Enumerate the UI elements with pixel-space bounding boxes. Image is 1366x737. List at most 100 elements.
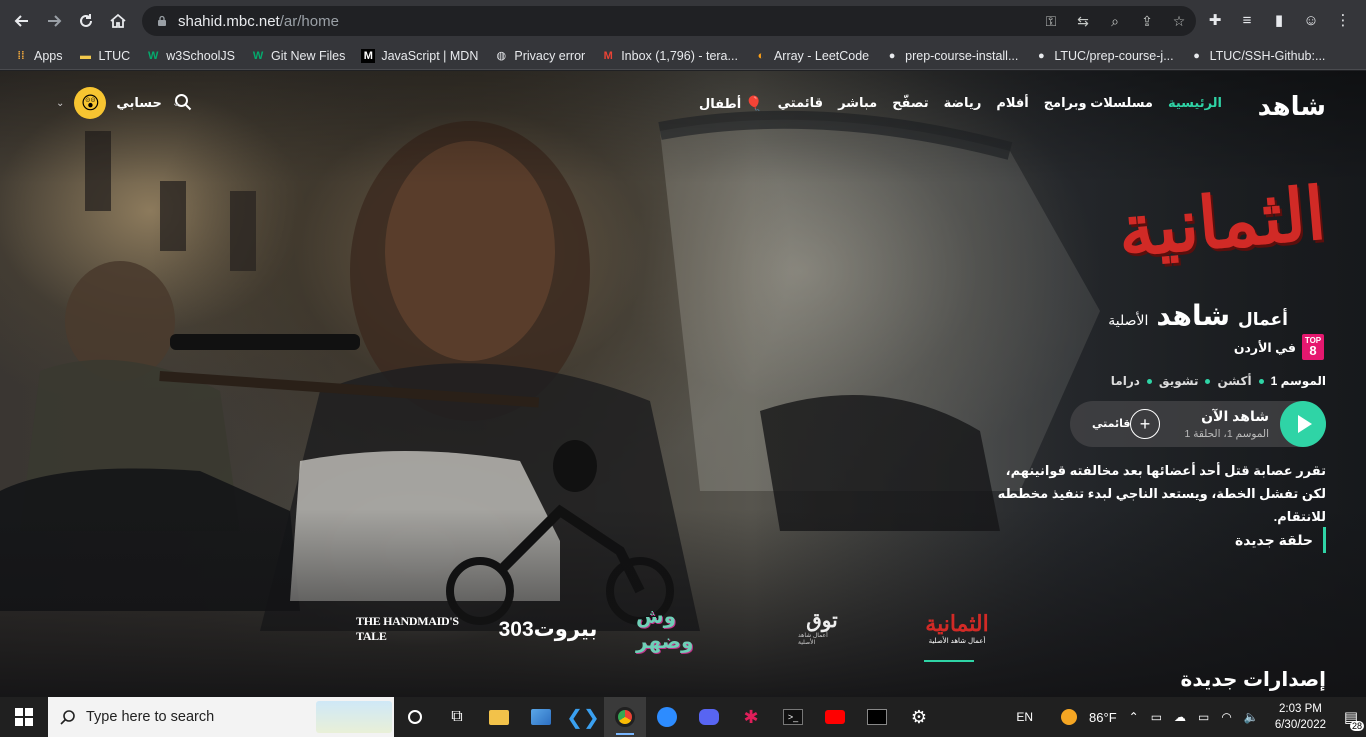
battery-icon[interactable]: ▭ <box>1198 710 1209 724</box>
chevron-down-icon: ⌄ <box>56 97 65 109</box>
browser-toolbar: shahid.mbc.net/ar/home ⚿ ⇆ ⌕ ⇪ ☆ ✚ ≡ ▮ ☺… <box>0 0 1366 42</box>
reload-button[interactable] <box>70 5 102 37</box>
taskbar-search-box[interactable]: Type here to search <box>48 697 394 737</box>
menu-series[interactable]: مسلسلات وبرامج <box>1044 95 1153 112</box>
meet-now-icon[interactable]: ▭ <box>1151 710 1162 724</box>
zoom-button[interactable] <box>646 697 688 737</box>
clock[interactable]: 2:03 PM 6/30/2022 <box>1275 701 1326 733</box>
menu-my-list[interactable]: قائمتي <box>778 95 823 112</box>
side-panel-icon[interactable]: ▮ <box>1268 8 1290 32</box>
home-button[interactable] <box>102 5 134 37</box>
balloon-icon: 🎈 <box>745 95 763 111</box>
language-indicator[interactable]: EN <box>1016 710 1033 724</box>
start-button[interactable] <box>0 697 48 737</box>
rail-item-handmaids-tale[interactable]: THE HANDMAID'S TALE <box>356 614 466 643</box>
top-ranking: في الأردن TOP 8 <box>1234 334 1324 360</box>
discord-button[interactable] <box>688 697 730 737</box>
more-menu-icon[interactable]: ⋮ <box>1332 8 1354 32</box>
vscode-icon: ❮❯ <box>566 706 600 729</box>
bookmark-mdn[interactable]: M JavaScript | MDN <box>361 48 478 63</box>
cortana-button[interactable] <box>394 697 436 737</box>
separator-dot <box>1146 378 1152 384</box>
show-synopsis: تقرر عصابة قتل أحد أعضائها بعد مخالفته ق… <box>997 463 1326 524</box>
translate-icon[interactable]: ⇆ <box>1074 12 1092 30</box>
key-icon[interactable]: ⚿ <box>1042 12 1060 30</box>
back-button[interactable] <box>6 5 38 37</box>
forward-button[interactable] <box>38 5 70 37</box>
cloud-icon[interactable]: ☁ <box>1174 710 1186 724</box>
bookmark-apps[interactable]: ⁞⁞ Apps <box>14 49 62 63</box>
bookmark-gmail[interactable]: M Inbox (1,796) - tera... <box>601 49 738 63</box>
watch-now-button[interactable]: شاهد الآن الموسم 1، الحلقة 1 <box>1184 408 1269 440</box>
add-to-list-button[interactable]: + <box>1130 409 1160 439</box>
zoom-icon[interactable]: ⌕ <box>1106 12 1124 30</box>
site-logo[interactable]: شاهد <box>1258 91 1326 122</box>
share-icon[interactable]: ⇪ <box>1138 12 1156 30</box>
mdn-icon: M <box>361 48 376 63</box>
bookmark-star-icon[interactable]: ☆ <box>1170 12 1188 30</box>
settings-button[interactable]: ⚙ <box>898 697 940 737</box>
extensions-puzzle-icon[interactable]: ✚ <box>1204 8 1226 32</box>
section-title-new-releases: إصدارات جديدة <box>1180 669 1326 691</box>
menu-sports[interactable]: رياضة <box>944 95 982 112</box>
weather-sun-icon <box>1061 709 1078 725</box>
slack-button[interactable]: ✱ <box>730 697 772 737</box>
new-episode-label: حلقة جديدة <box>1235 527 1326 553</box>
menu-live[interactable]: مباشر <box>838 95 877 112</box>
photos-button[interactable] <box>520 697 562 737</box>
rail-item-tawq[interactable]: توق أعمال شاهد الأصلية <box>798 601 846 653</box>
menu-kids[interactable]: أطفال 🎈 <box>699 95 763 112</box>
file-explorer-button[interactable] <box>478 697 520 737</box>
search-icon <box>60 710 75 725</box>
youtube-button[interactable] <box>814 697 856 737</box>
web-viewport: شاهد الرئيسية مسلسلات وبرامج أفلام رياضة… <box>0 71 1366 697</box>
wifi-icon[interactable]: ◠ <box>1221 710 1231 724</box>
search-highlight-illustration <box>316 701 392 733</box>
notifications-button[interactable]: ▤ 28 <box>1336 697 1366 737</box>
volume-icon[interactable]: 🔈 <box>1244 710 1259 724</box>
chrome-icon <box>615 707 635 727</box>
plus-icon: + <box>1139 413 1151 434</box>
rail-item-wesh-wadahr[interactable]: وش وضهر <box>636 606 736 653</box>
vscode-button[interactable]: ❮❯ <box>562 697 604 737</box>
photos-icon <box>531 709 551 725</box>
account-menu[interactable]: ⌄ 😲 حسابي ⌄ <box>56 87 180 119</box>
play-button[interactable] <box>1280 401 1326 447</box>
bookmark-prep-course-j[interactable]: ● LTUC/prep-course-j... <box>1034 49 1174 63</box>
system-tray: EN 86°F ⌃ ▭ ☁ ▭ ◠ 🔈 2:03 PM 6/30/2022 ▤ … <box>1010 697 1366 737</box>
folder-icon: ▬ <box>80 49 91 62</box>
bookmark-w3schooljs[interactable]: Ww3SchoolJS <box>146 49 235 63</box>
bookmark-git-new-files[interactable]: W Git New Files <box>251 49 346 63</box>
weather-temp[interactable]: 86°F <box>1089 710 1117 725</box>
home-icon <box>110 13 126 28</box>
console-button[interactable] <box>856 697 898 737</box>
leetcode-icon: ◐ <box>757 49 765 62</box>
bookmark-leetcode[interactable]: ◐ Array - LeetCode <box>754 49 870 63</box>
menu-browse[interactable]: تصفّح <box>892 95 928 112</box>
apps-grid-icon: ⁞⁞ <box>17 49 25 62</box>
terminal-button[interactable]: >_ <box>772 697 814 737</box>
avatar: 😲 <box>74 87 107 119</box>
address-bar[interactable]: shahid.mbc.net/ar/home ⚿ ⇆ ⌕ ⇪ ☆ <box>142 6 1196 36</box>
rail-item-al-thamaniya[interactable]: الثمانية أعمال شاهد الأصلية <box>912 601 1002 655</box>
bookmark-ltuc[interactable]: ▬ LTUC <box>79 49 130 63</box>
shahid-originals-label: الأصلية شاهد أعمال <box>1108 300 1288 331</box>
folder-icon <box>489 709 509 725</box>
menu-movies[interactable]: أفلام <box>996 95 1028 112</box>
site-header: شاهد الرئيسية مسلسلات وبرامج أفلام رياضة… <box>0 71 1366 133</box>
gear-icon: ⚙ <box>910 706 928 727</box>
bookmark-prep-course-install[interactable]: ● prep-course-install... <box>885 49 1019 63</box>
chrome-button[interactable] <box>604 697 646 737</box>
top8-badge: TOP 8 <box>1302 334 1324 360</box>
bookmark-ssh-github[interactable]: ● LTUC/SSH-Github:... <box>1190 49 1325 63</box>
active-rail-indicator <box>924 660 974 662</box>
menu-home[interactable]: الرئيسية <box>1168 95 1222 112</box>
profile-avatar-icon[interactable]: ☺ <box>1300 8 1322 32</box>
slack-icon: ✱ <box>743 706 759 727</box>
bookmark-privacy-error[interactable]: ◍ Privacy error <box>494 49 586 63</box>
chevron-up-icon[interactable]: ⌃ <box>1129 710 1139 724</box>
media-playlist-icon[interactable]: ≡ <box>1236 8 1258 32</box>
task-view-button[interactable]: ⧉ <box>436 697 478 737</box>
reload-icon <box>80 14 92 27</box>
rail-item-beirut-303[interactable]: بيروت303 <box>492 611 604 647</box>
